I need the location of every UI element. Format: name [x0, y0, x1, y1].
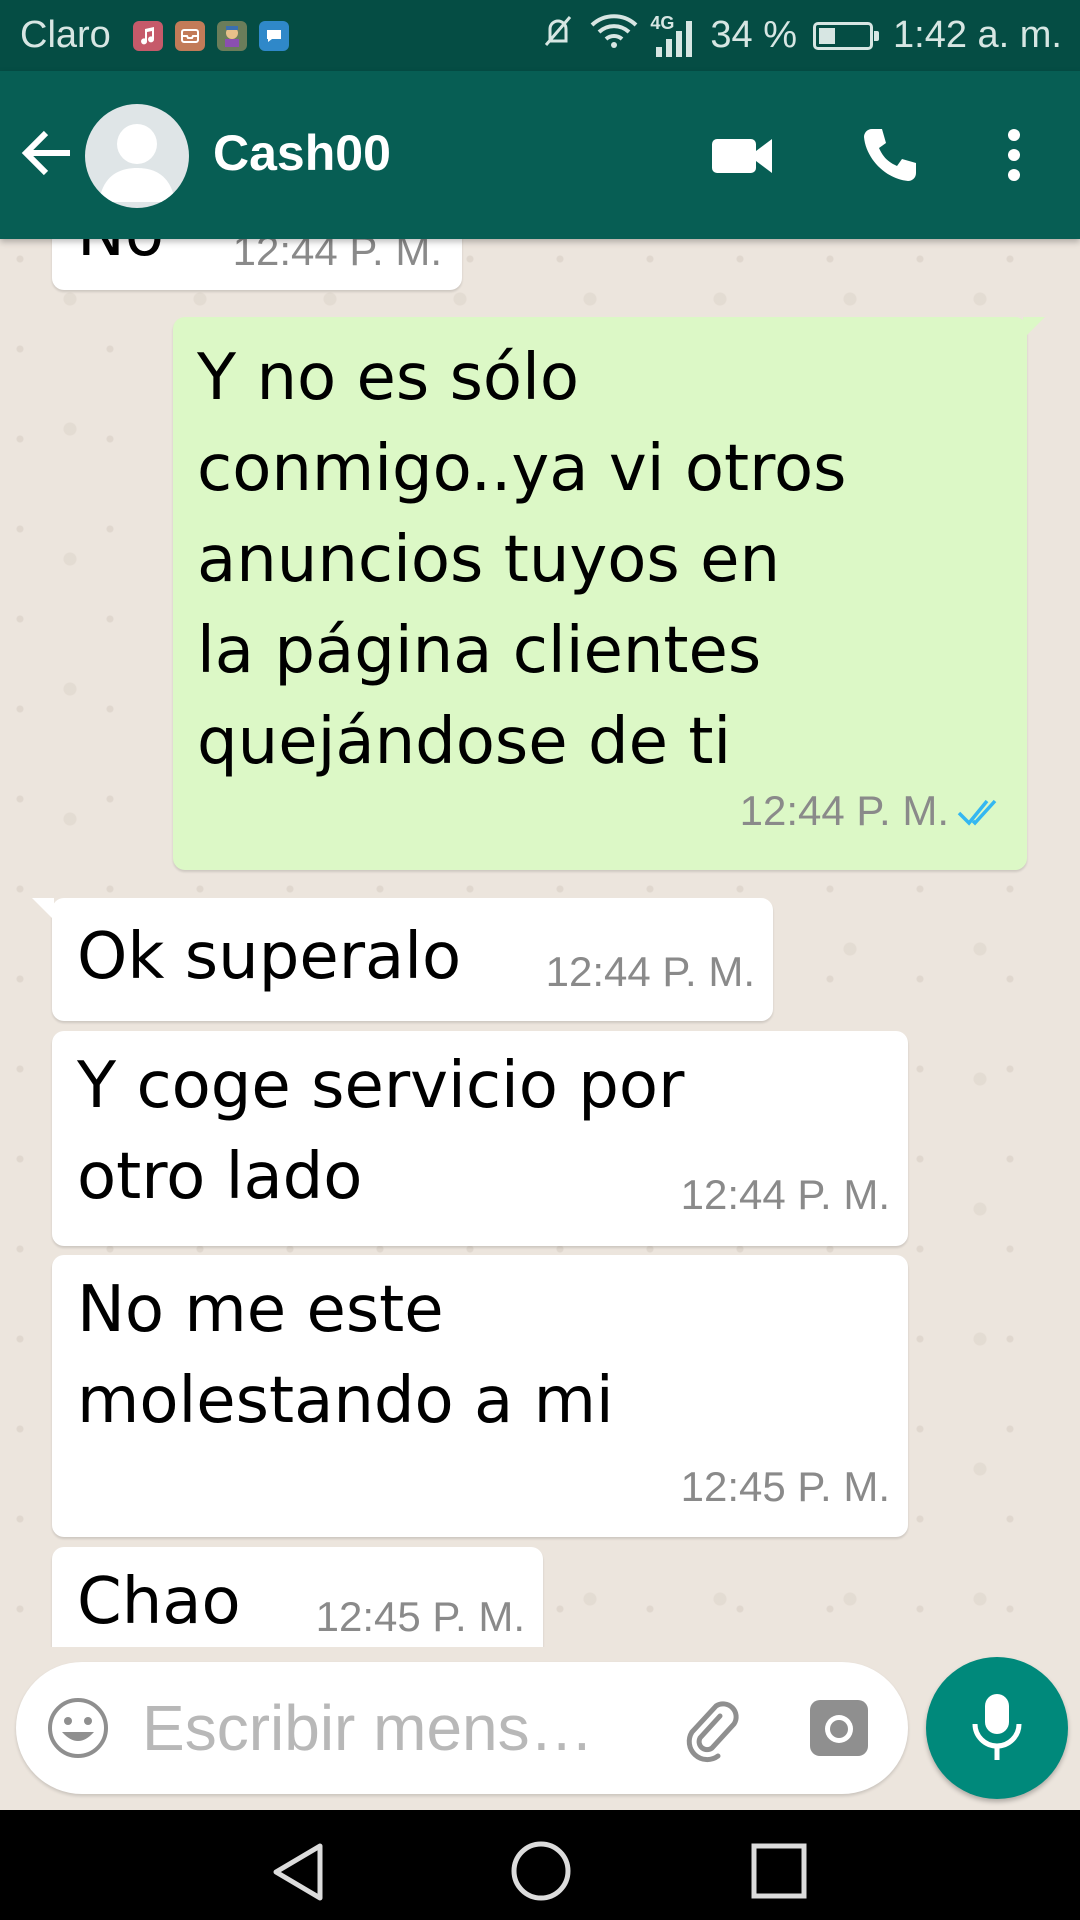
battery-icon — [813, 21, 880, 50]
contact-name[interactable]: Cash00 — [213, 124, 391, 182]
back-arrow-icon[interactable] — [18, 123, 78, 183]
status-bar: Claro 4G 34 % 1:42 a. m. — [0, 0, 1080, 71]
wifi-icon — [588, 11, 640, 61]
system-nav-bar — [0, 1810, 1080, 1920]
message-time: 12:44 P. M. — [739, 787, 949, 834]
read-receipt-icon — [957, 799, 997, 826]
mail-app-icon — [174, 20, 205, 51]
message-time: 12:45 P. M. — [680, 1463, 890, 1510]
clock: 1:42 a. m. — [893, 14, 1062, 56]
message-composer — [16, 1662, 908, 1794]
contact-avatar[interactable] — [85, 104, 189, 208]
message-time: 12:45 P. M. — [315, 1593, 525, 1640]
game-app-icon — [216, 20, 247, 51]
attach-icon[interactable] — [676, 1692, 748, 1764]
carrier-name: Claro — [20, 14, 111, 56]
message-text: Ok superalo — [77, 920, 462, 994]
more-vert-icon[interactable] — [996, 123, 1032, 187]
message-list[interactable]: No 12:44 P. M. Y no es sólo conmigo..ya … — [0, 239, 1080, 1647]
incoming-message[interactable]: Chao 12:45 P. M. — [52, 1547, 543, 1647]
microphone-icon — [972, 1694, 1022, 1760]
incoming-message[interactable]: No 12:44 P. M. — [52, 239, 462, 290]
message-input[interactable] — [142, 1682, 662, 1774]
message-time: 12:44 P. M. — [545, 948, 755, 995]
incoming-message[interactable]: No me este molestando a mi 12:45 P. M. — [52, 1255, 908, 1537]
message-text: Y coge servicio por otro lado — [77, 1049, 685, 1214]
messenger-app-icon — [258, 20, 289, 51]
message-text: No — [77, 239, 164, 280]
message-time: 12:44 P. M. — [680, 1171, 890, 1218]
nav-recents-icon[interactable] — [748, 1840, 810, 1902]
incoming-message[interactable]: Ok superalo 12:44 P. M. — [32, 898, 773, 1021]
incoming-message[interactable]: Y coge servicio por otro lado 12:44 P. M… — [52, 1031, 908, 1246]
emoji-icon[interactable] — [46, 1696, 110, 1760]
mic-button[interactable] — [926, 1657, 1068, 1799]
chat-header: Cash00 — [0, 71, 1080, 239]
nav-back-icon[interactable] — [268, 1840, 332, 1904]
message-text: Chao — [77, 1565, 241, 1639]
message-text: No me este molestando a mi — [77, 1273, 614, 1438]
message-time: 12:44 P. M. — [232, 239, 442, 274]
outgoing-message[interactable]: Y no es sólo conmigo..ya vi otros anunci… — [173, 317, 1045, 870]
battery-percent: 34 % — [710, 14, 798, 56]
music-app-icon — [132, 20, 163, 51]
nav-home-icon[interactable] — [508, 1838, 574, 1904]
message-text: Y no es sólo conmigo..ya vi otros anunci… — [197, 341, 847, 779]
camera-icon[interactable] — [808, 1698, 870, 1758]
signal-icon: 4G — [650, 11, 700, 61]
video-call-icon[interactable] — [708, 131, 778, 181]
phone-icon[interactable] — [858, 123, 922, 187]
mute-icon — [538, 11, 578, 61]
